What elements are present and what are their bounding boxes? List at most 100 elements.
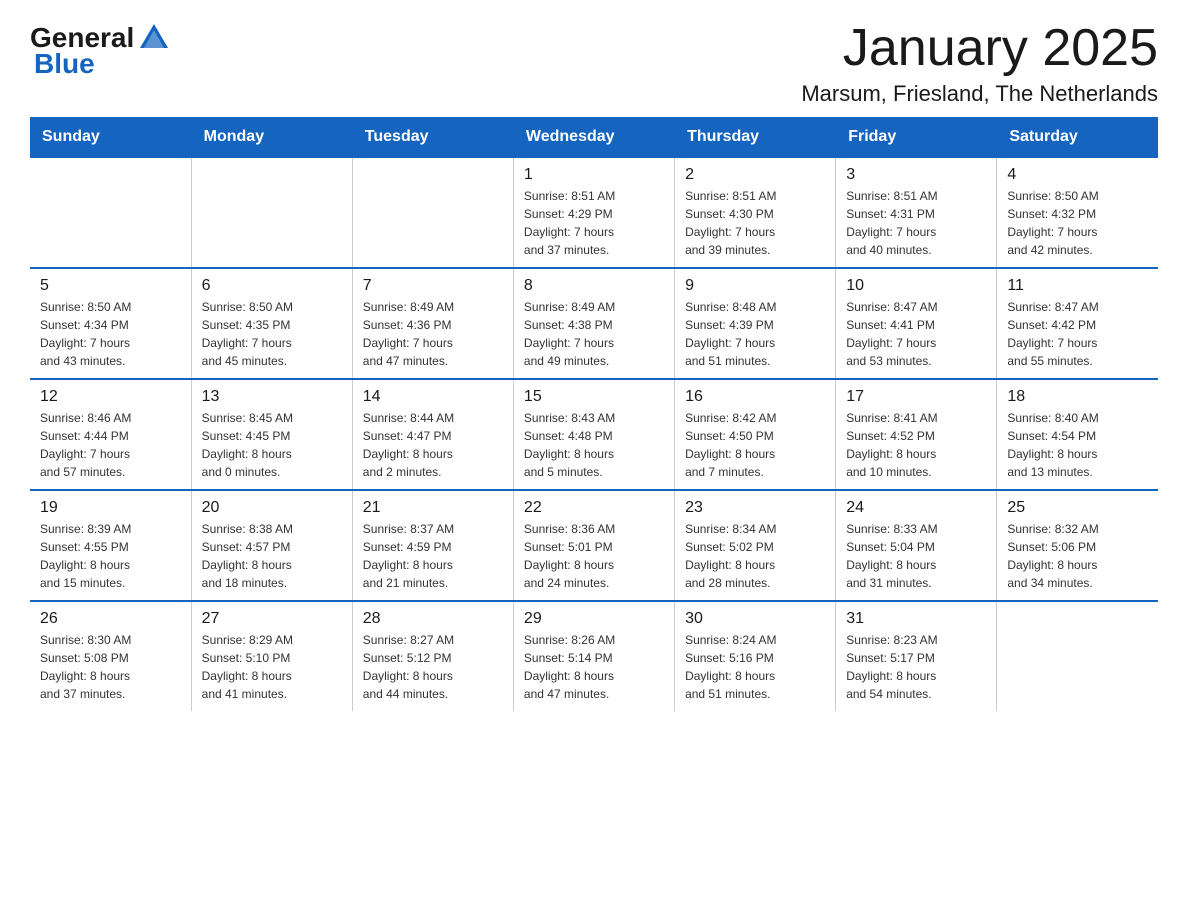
calendar-week-row: 5Sunrise: 8:50 AM Sunset: 4:34 PM Daylig… <box>30 268 1158 379</box>
day-number: 18 <box>1007 388 1148 406</box>
day-number: 30 <box>685 610 825 628</box>
title-container: January 2025 Marsum, Friesland, The Neth… <box>801 20 1158 107</box>
day-number: 31 <box>846 610 986 628</box>
day-info: Sunrise: 8:43 AM Sunset: 4:48 PM Dayligh… <box>524 409 664 481</box>
day-number: 28 <box>363 610 503 628</box>
calendar-cell: 16 Sunrise: 8:42 AM Sunset: 4:50 PM Dayli… <box>675 379 836 490</box>
day-number: 29 <box>524 610 664 628</box>
day-of-week-header: Sunday <box>30 118 191 158</box>
calendar-table: SundayMondayTuesdayWednesdayThursdayFrid… <box>30 117 1158 711</box>
calendar-week-row: 19 Sunrise: 8:39 AM Sunset: 4:55 PM Dayli… <box>30 490 1158 601</box>
day-number: 19 <box>40 499 181 517</box>
day-number: 4 <box>1007 166 1148 184</box>
day-of-week-header: Monday <box>191 118 352 158</box>
day-number: 3 <box>846 166 986 184</box>
day-info: Sunrise: 8:44 AM Sunset: 4:47 PM Dayligh… <box>363 409 503 481</box>
day-info: Sunrise: 8:34 AM Sunset: 5:02 PM Dayligh… <box>685 520 825 592</box>
calendar-cell: 1 Sunrise: 8:51 AM Sunset: 4:29 PM Daylig… <box>513 157 674 268</box>
day-info: Sunrise: 8:42 AM Sunset: 4:50 PM Dayligh… <box>685 409 825 481</box>
day-info: Sunrise: 8:49 AM Sunset: 4:38 PM Dayligh… <box>524 298 664 370</box>
logo-text-blue: Blue <box>34 48 95 80</box>
calendar-cell: 28 Sunrise: 8:27 AM Sunset: 5:12 PM Dayli… <box>352 601 513 711</box>
day-number: 20 <box>202 499 342 517</box>
day-number: 10 <box>846 277 986 295</box>
day-info: Sunrise: 8:41 AM Sunset: 4:52 PM Dayligh… <box>846 409 986 481</box>
calendar-cell: 14 Sunrise: 8:44 AM Sunset: 4:47 PM Dayli… <box>352 379 513 490</box>
calendar-week-row: 12 Sunrise: 8:46 AM Sunset: 4:44 PM Dayli… <box>30 379 1158 490</box>
calendar-cell <box>30 157 191 268</box>
day-number: 27 <box>202 610 342 628</box>
calendar-cell: 22 Sunrise: 8:36 AM Sunset: 5:01 PM Dayli… <box>513 490 674 601</box>
logo-icon <box>136 20 172 56</box>
page-header: General Blue January 2025 Marsum, Friesl… <box>30 20 1158 107</box>
day-info: Sunrise: 8:46 AM Sunset: 4:44 PM Dayligh… <box>40 409 181 481</box>
day-info: Sunrise: 8:39 AM Sunset: 4:55 PM Dayligh… <box>40 520 181 592</box>
calendar-cell: 30 Sunrise: 8:24 AM Sunset: 5:16 PM Dayli… <box>675 601 836 711</box>
day-of-week-header: Thursday <box>675 118 836 158</box>
calendar-cell: 29 Sunrise: 8:26 AM Sunset: 5:14 PM Dayli… <box>513 601 674 711</box>
calendar-cell: 24 Sunrise: 8:33 AM Sunset: 5:04 PM Dayli… <box>836 490 997 601</box>
calendar-cell <box>997 601 1158 711</box>
day-info: Sunrise: 8:50 AM Sunset: 4:32 PM Dayligh… <box>1007 187 1148 259</box>
day-info: Sunrise: 8:27 AM Sunset: 5:12 PM Dayligh… <box>363 631 503 703</box>
day-number: 9 <box>685 277 825 295</box>
day-info: Sunrise: 8:32 AM Sunset: 5:06 PM Dayligh… <box>1007 520 1148 592</box>
calendar-header-row: SundayMondayTuesdayWednesdayThursdayFrid… <box>30 118 1158 158</box>
day-number: 16 <box>685 388 825 406</box>
day-number: 1 <box>524 166 664 184</box>
calendar-cell: 3Sunrise: 8:51 AM Sunset: 4:31 PM Daylig… <box>836 157 997 268</box>
calendar-cell: 11 Sunrise: 8:47 AM Sunset: 4:42 PM Dayli… <box>997 268 1158 379</box>
day-of-week-header: Saturday <box>997 118 1158 158</box>
day-number: 12 <box>40 388 181 406</box>
day-info: Sunrise: 8:24 AM Sunset: 5:16 PM Dayligh… <box>685 631 825 703</box>
calendar-cell: 19 Sunrise: 8:39 AM Sunset: 4:55 PM Dayli… <box>30 490 191 601</box>
day-info: Sunrise: 8:40 AM Sunset: 4:54 PM Dayligh… <box>1007 409 1148 481</box>
day-number: 22 <box>524 499 664 517</box>
day-number: 2 <box>685 166 825 184</box>
calendar-title: January 2025 <box>801 20 1158 77</box>
day-number: 15 <box>524 388 664 406</box>
day-number: 8 <box>524 277 664 295</box>
day-info: Sunrise: 8:45 AM Sunset: 4:45 PM Dayligh… <box>202 409 342 481</box>
day-number: 6 <box>202 277 342 295</box>
calendar-cell: 17 Sunrise: 8:41 AM Sunset: 4:52 PM Dayli… <box>836 379 997 490</box>
calendar-cell: 12 Sunrise: 8:46 AM Sunset: 4:44 PM Dayli… <box>30 379 191 490</box>
day-number: 11 <box>1007 277 1148 295</box>
day-info: Sunrise: 8:51 AM Sunset: 4:29 PM Dayligh… <box>524 187 664 259</box>
calendar-cell: 23 Sunrise: 8:34 AM Sunset: 5:02 PM Dayli… <box>675 490 836 601</box>
day-number: 13 <box>202 388 342 406</box>
calendar-cell: 25Sunrise: 8:32 AM Sunset: 5:06 PM Dayli… <box>997 490 1158 601</box>
day-info: Sunrise: 8:33 AM Sunset: 5:04 PM Dayligh… <box>846 520 986 592</box>
day-number: 24 <box>846 499 986 517</box>
calendar-cell: 26 Sunrise: 8:30 AM Sunset: 5:08 PM Dayli… <box>30 601 191 711</box>
day-number: 17 <box>846 388 986 406</box>
day-info: Sunrise: 8:50 AM Sunset: 4:34 PM Dayligh… <box>40 298 181 370</box>
calendar-cell <box>352 157 513 268</box>
day-info: Sunrise: 8:36 AM Sunset: 5:01 PM Dayligh… <box>524 520 664 592</box>
calendar-cell: 31 Sunrise: 8:23 AM Sunset: 5:17 PM Dayli… <box>836 601 997 711</box>
calendar-cell: 4 Sunrise: 8:50 AM Sunset: 4:32 PM Daylig… <box>997 157 1158 268</box>
calendar-cell: 27 Sunrise: 8:29 AM Sunset: 5:10 PM Dayli… <box>191 601 352 711</box>
day-info: Sunrise: 8:26 AM Sunset: 5:14 PM Dayligh… <box>524 631 664 703</box>
calendar-cell: 13 Sunrise: 8:45 AM Sunset: 4:45 PM Dayli… <box>191 379 352 490</box>
calendar-cell: 2 Sunrise: 8:51 AM Sunset: 4:30 PM Daylig… <box>675 157 836 268</box>
calendar-cell: 10 Sunrise: 8:47 AM Sunset: 4:41 PM Dayli… <box>836 268 997 379</box>
day-info: Sunrise: 8:49 AM Sunset: 4:36 PM Dayligh… <box>363 298 503 370</box>
calendar-cell: 5Sunrise: 8:50 AM Sunset: 4:34 PM Daylig… <box>30 268 191 379</box>
day-number: 26 <box>40 610 181 628</box>
calendar-cell: 15 Sunrise: 8:43 AM Sunset: 4:48 PM Dayli… <box>513 379 674 490</box>
calendar-cell: 18 Sunrise: 8:40 AM Sunset: 4:54 PM Dayli… <box>997 379 1158 490</box>
day-number: 14 <box>363 388 503 406</box>
day-number: 23 <box>685 499 825 517</box>
day-info: Sunrise: 8:23 AM Sunset: 5:17 PM Dayligh… <box>846 631 986 703</box>
day-info: Sunrise: 8:47 AM Sunset: 4:42 PM Dayligh… <box>1007 298 1148 370</box>
day-info: Sunrise: 8:51 AM Sunset: 4:30 PM Dayligh… <box>685 187 825 259</box>
day-info: Sunrise: 8:37 AM Sunset: 4:59 PM Dayligh… <box>363 520 503 592</box>
day-info: Sunrise: 8:30 AM Sunset: 5:08 PM Dayligh… <box>40 631 181 703</box>
day-info: Sunrise: 8:47 AM Sunset: 4:41 PM Dayligh… <box>846 298 986 370</box>
day-info: Sunrise: 8:38 AM Sunset: 4:57 PM Dayligh… <box>202 520 342 592</box>
day-number: 21 <box>363 499 503 517</box>
day-info: Sunrise: 8:29 AM Sunset: 5:10 PM Dayligh… <box>202 631 342 703</box>
logo: General Blue <box>30 20 174 80</box>
calendar-cell: 6Sunrise: 8:50 AM Sunset: 4:35 PM Daylig… <box>191 268 352 379</box>
